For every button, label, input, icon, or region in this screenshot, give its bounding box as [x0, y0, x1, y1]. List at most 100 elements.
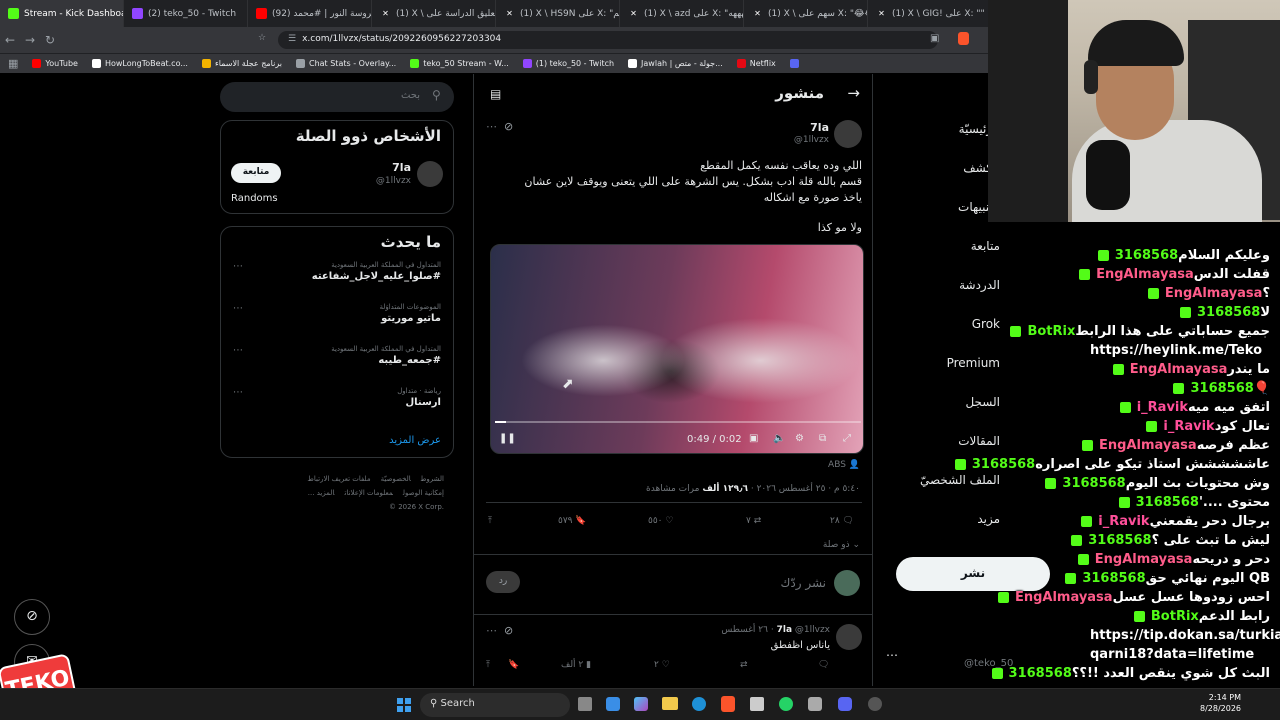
task-view-icon[interactable]: [578, 697, 592, 711]
like-action[interactable]: ٢ ♡: [654, 660, 670, 670]
footer-link[interactable]: الخصوصيّة: [381, 475, 411, 483]
bookmark-item[interactable]: HowLongToBeat.co...: [91, 59, 188, 68]
related-toggle[interactable]: ذو صلة ⌄: [823, 540, 860, 550]
start-icon[interactable]: [397, 698, 411, 712]
chat-message: 🎈3168568: [1170, 381, 1270, 396]
forward-icon[interactable]: →: [20, 33, 40, 47]
browser-tab[interactable]: ✕ (1) X \ azd على X: "ههههههه...: [620, 0, 744, 27]
author-name[interactable]: 7la: [810, 121, 829, 134]
bookmark-item[interactable]: Jawlah | جولة - متص...: [628, 59, 723, 68]
grok-icon[interactable]: ⊘: [504, 120, 513, 133]
reload-icon[interactable]: ↻: [40, 33, 60, 47]
back-icon[interactable]: ←: [0, 33, 20, 47]
fullscreen-icon[interactable]: ⤢: [843, 433, 851, 444]
bookmark-item[interactable]: Chat Stats - Overlay...: [295, 59, 396, 68]
search-input[interactable]: بحث: [220, 82, 454, 112]
share-icon[interactable]: ⤒: [486, 660, 490, 670]
more-icon[interactable]: ⋯: [233, 345, 243, 356]
reply-icon[interactable]: 🗨: [818, 660, 829, 670]
video-player[interactable]: ❚❚ 0:49 / 0:02 ▣ 🔈 ⚙ ⧉ ⤢: [490, 244, 864, 454]
browser-tab[interactable]: ✕ (1) X \ GIG! على X: "" الدين: [868, 0, 992, 27]
bookmark-icon[interactable]: ☆: [258, 33, 266, 43]
browser-tab[interactable]: ✕ (1) X \ HS9N على X: "بليكم...: [496, 0, 620, 27]
trend-item[interactable]: المتداول في المملكة العربية السعودية #جمع…: [221, 341, 453, 383]
follow-button[interactable]: متابعة: [231, 163, 281, 183]
footer-link[interactable]: الشروط: [421, 475, 444, 483]
browser-tab[interactable]: (2) teko_50 - Twitch: [124, 0, 248, 27]
pip-icon[interactable]: ⧉: [819, 433, 826, 444]
footer-link[interactable]: ملفات تعريف الارتباط: [307, 475, 370, 483]
like-action[interactable]: ٥٥٠ ♡: [648, 516, 673, 526]
captions-icon[interactable]: ▣: [749, 433, 758, 444]
browser-tab[interactable]: ✕ (1) X \ سهم على X: "😂😂: [744, 0, 868, 27]
volume-icon[interactable]: 🔈: [773, 433, 785, 444]
account-more-icon[interactable]: ⋯: [886, 648, 898, 662]
video-progress-track[interactable]: [495, 421, 861, 423]
edge-icon[interactable]: [692, 697, 706, 711]
user-name[interactable]: 7la: [392, 161, 411, 174]
chat-text: QB اليوم نهائي حق: [1145, 571, 1270, 586]
reply-author-avatar[interactable]: [836, 624, 862, 650]
kick-badge-icon: [1147, 288, 1159, 299]
pause-icon[interactable]: ❚❚: [499, 433, 516, 444]
kick-badge-icon: [1112, 364, 1124, 375]
more-icon[interactable]: ⋯: [233, 303, 243, 314]
grok-float-icon[interactable]: ⊘: [14, 599, 50, 635]
store-icon[interactable]: [750, 697, 764, 711]
bookmark-item[interactable]: teko_50 Stream - W...: [410, 59, 509, 68]
widgets-icon[interactable]: [606, 697, 620, 711]
trend-item[interactable]: الموضوعات المتداوَلة ماتيو موريتو ⋯: [221, 299, 453, 341]
reply-button[interactable]: رد: [486, 571, 520, 593]
bookmark-item[interactable]: برنامج عجلة الاسماء: [201, 59, 282, 68]
settings-icon[interactable]: ⚙: [795, 433, 804, 444]
more-icon[interactable]: ⋯: [233, 261, 243, 272]
avatar[interactable]: [417, 161, 443, 187]
share-icon[interactable]: ⤒: [488, 516, 492, 526]
copilot-icon[interactable]: [634, 697, 648, 711]
brave-icon[interactable]: [721, 696, 735, 712]
file-explorer-icon[interactable]: [662, 697, 678, 710]
show-more-link[interactable]: عرض المزيد: [389, 435, 441, 446]
footer-link[interactable]: المزيد ...: [308, 489, 335, 497]
brave-shield-icon[interactable]: [958, 32, 969, 45]
author-avatar[interactable]: [834, 120, 862, 148]
footer-link[interactable]: إمكانية الوصول: [403, 489, 444, 497]
views-action[interactable]: ٢ ألف ▮: [561, 660, 591, 670]
more-icon[interactable]: ⋯: [486, 120, 497, 133]
browser-tab[interactable]: (92) عروسة النور | #محمد...: [248, 0, 372, 27]
browser-tab[interactable]: Stream - Kick Dashboard: [0, 0, 124, 27]
repost-icon[interactable]: ⇄: [740, 660, 748, 670]
clock[interactable]: 2:14 PM 8/28/2026: [1200, 692, 1241, 714]
reader-icon[interactable]: ▤: [490, 87, 501, 101]
more-icon[interactable]: ⋯: [233, 387, 243, 398]
bookmark-item[interactable]: [789, 59, 803, 68]
whatsapp-icon[interactable]: [779, 697, 793, 711]
trend-item[interactable]: رياضة · متداول ارسنال ⋯: [221, 383, 453, 425]
user-bio: Randoms: [231, 193, 278, 204]
footer-link[interactable]: معلومات الإعلانات: [345, 489, 393, 497]
browser-tab[interactable]: ✕ (1) X \ تعليق الدراسة على...: [372, 0, 496, 27]
grok-icon[interactable]: ⊘: [504, 624, 513, 637]
bookmark-icon[interactable]: 🔖: [508, 660, 519, 670]
app-icon[interactable]: [868, 697, 882, 711]
more-icon[interactable]: ⋯: [486, 624, 497, 637]
chat-text: برجال دحر يقمعني: [1149, 514, 1270, 529]
apps-grid-icon[interactable]: ▦: [8, 57, 18, 70]
kick-badge-icon: [1071, 535, 1083, 546]
url-field[interactable]: ☰ x.com/1llvzx/status/2092260956227203304: [278, 31, 938, 49]
bookmark-item[interactable]: (1) teko_50 - Twitch: [522, 59, 614, 68]
site-info-icon[interactable]: ☰: [288, 34, 296, 44]
back-arrow-icon[interactable]: →: [847, 84, 860, 102]
bookmark-item[interactable]: Netflix: [736, 59, 776, 68]
reply-action[interactable]: ٢٨ 🗨: [830, 516, 854, 526]
reply-input[interactable]: نشر ردّك: [780, 576, 826, 590]
install-icon[interactable]: ▣: [930, 33, 939, 44]
bookmark-action[interactable]: ٥٧٩ 🔖: [558, 516, 587, 526]
taskbar-search[interactable]: ⚲ Search: [420, 693, 570, 717]
video-progress-fill: [495, 421, 506, 423]
discord-icon[interactable]: [838, 697, 852, 711]
repost-action[interactable]: ٧ ⇄: [746, 516, 761, 526]
app-icon[interactable]: [808, 697, 822, 711]
bookmark-item[interactable]: YouTube: [32, 59, 78, 68]
trend-item[interactable]: المتداول في المملكة العربية السعودية #صلو…: [221, 257, 453, 299]
